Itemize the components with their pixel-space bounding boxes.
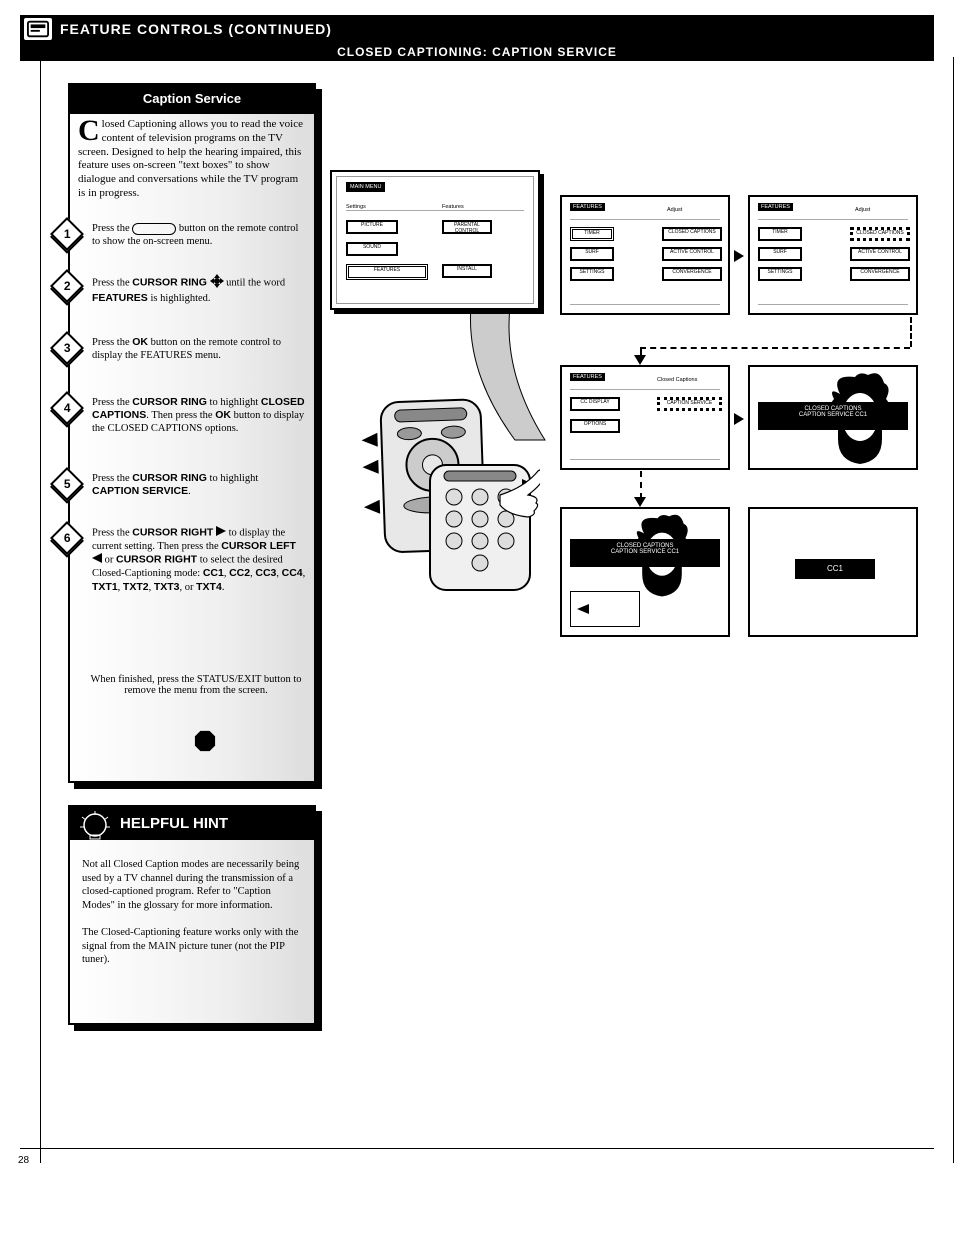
step-4-text: Press the CURSOR RING to highlight CLOSE… [78,396,308,435]
step-3: 3 Press the OK button on the remote cont… [78,336,308,362]
header-title: FEATURE CONTROLS (CONTINUED) [60,21,332,37]
screen-features-1: FEATURES Adjust TIMER SURF SETTINGS CLOS… [560,195,730,315]
caption-bar-1: CLOSED CAPTIONSCAPTION SERVICE CC1 [758,402,908,430]
footer-line [20,1148,934,1149]
screen-features-2: FEATURES Adjust TIMER SURF SETTINGS CLOS… [748,195,918,315]
help-title: HELPFUL HINT [70,807,314,840]
header-subtitle: CLOSED CAPTIONING: CAPTION SERVICE [20,43,934,61]
arrow-3 [734,413,744,425]
remote-icon [350,395,540,595]
screen-main-menu: MAIN MENU Settings Features PICTURE SOUN… [330,170,540,310]
step-6: 6 Press the CURSOR RIGHT to display the … [78,526,308,594]
step-2: 2 Press the CURSOR RING until the word F… [78,274,308,305]
cc-header-icon [24,18,52,40]
result-bar: CC1 [795,559,875,579]
intro-text: C losed Captioning allows you to read th… [78,118,308,201]
screen-cc-menu: FEATURES Closed Captions CC DISPLAY CAPT… [560,365,730,470]
screen-lady-1: CLOSED CAPTIONSCAPTION SERVICE CC1 [748,365,918,470]
step-done: When finished, press the STATUS/EXIT but… [86,674,306,696]
header-bar: FEATURE CONTROLS (CONTINUED) [20,15,934,43]
arrow-4 [634,497,646,507]
step-3-text: Press the OK button on the remote contro… [78,336,308,362]
steps-panel: Caption Service C losed Captioning allow… [68,83,316,783]
stop-icon [194,730,216,752]
dashed-path-1h [640,347,910,349]
arrow-1 [734,250,744,262]
dashed-path-2 [640,471,642,499]
diagram-area: MAIN MENU Settings Features PICTURE SOUN… [320,155,930,645]
step-5-text: Press the CURSOR RING to highlight CAPTI… [78,472,308,498]
control-box [570,591,640,627]
lightbulb-icon [78,811,112,855]
step-1: 1 Press the button on the remote control… [78,222,308,248]
steps-title: Caption Service [70,85,314,114]
steps-body: C losed Captioning allows you to read th… [70,114,314,764]
step-2-text: Press the CURSOR RING until the word FEA… [78,274,308,305]
page-container: FEATURE CONTROLS (CONTINUED) CLOSED CAPT… [20,15,934,1175]
step-6-text: Press the CURSOR RIGHT to display the cu… [78,526,308,594]
screen-lady-2: CLOSED CAPTIONSCAPTION SERVICE CC1 [560,507,730,637]
caption-bar-2: CLOSED CAPTIONSCAPTION SERVICE CC1 [570,539,720,567]
screen-result: CC1 [748,507,918,637]
dashed-path-1v [910,317,912,347]
help-title-text: HELPFUL HINT [120,815,228,832]
step-1-text: Press the button on the remote control t… [78,222,308,248]
step-4: 4 Press the CURSOR RING to highlight CLO… [78,396,308,435]
arrow-2 [634,355,646,365]
page-number: 28 [18,1155,29,1166]
help-body: Not all Closed Caption modes are necessa… [70,840,314,977]
help-panel: HELPFUL HINT Not all Closed Caption mode… [68,805,316,1025]
step-5: 5 Press the CURSOR RING to highlight CAP… [78,472,308,498]
intro-body: losed Captioning allows you to read the … [78,118,303,199]
dropcap: C [78,118,102,144]
